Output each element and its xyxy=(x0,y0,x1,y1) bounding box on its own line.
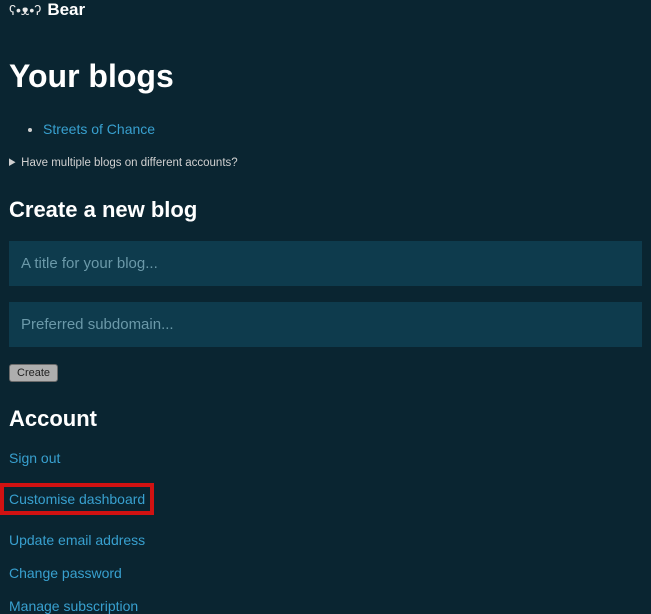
blog-link[interactable]: Streets of Chance xyxy=(43,121,155,137)
highlight-box: Customise dashboard xyxy=(0,483,154,515)
create-button[interactable]: Create xyxy=(9,364,58,382)
update-email-link[interactable]: Update email address xyxy=(9,532,145,548)
bear-face-icon: ʕ•ᴥ•ʔ xyxy=(9,2,41,18)
account-heading: Account xyxy=(9,406,642,432)
your-blogs-heading: Your blogs xyxy=(9,58,642,95)
create-blog-heading: Create a new blog xyxy=(9,197,642,223)
account-links: Sign out Customise dashboard Update emai… xyxy=(9,450,642,614)
sign-out-link[interactable]: Sign out xyxy=(9,450,60,466)
multiple-accounts-disclosure[interactable]: Have multiple blogs on different account… xyxy=(9,157,642,169)
list-item: Sign out xyxy=(9,450,642,466)
multiple-accounts-summary[interactable]: Have multiple blogs on different account… xyxy=(9,157,642,169)
change-password-link[interactable]: Change password xyxy=(9,565,122,581)
blog-list: Streets of Chance xyxy=(9,121,642,137)
blog-title-input[interactable] xyxy=(9,241,642,286)
list-item: Manage subscription xyxy=(9,598,642,614)
logo[interactable]: ʕ•ᴥ•ʔ Bear xyxy=(9,0,642,20)
subdomain-input[interactable] xyxy=(9,302,642,347)
list-item: Update email address xyxy=(9,532,642,548)
list-item: Streets of Chance xyxy=(43,121,642,137)
list-item: Change password xyxy=(9,565,642,581)
logo-text: Bear xyxy=(47,0,85,20)
list-item: Customise dashboard xyxy=(9,483,642,515)
manage-subscription-link[interactable]: Manage subscription xyxy=(9,598,138,614)
customise-dashboard-link[interactable]: Customise dashboard xyxy=(9,491,145,507)
